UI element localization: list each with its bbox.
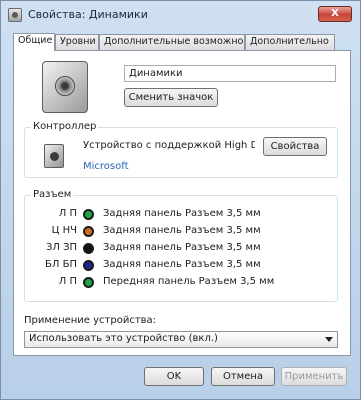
tab-advanced[interactable]: Дополнительно bbox=[245, 34, 335, 50]
change-icon-button[interactable]: Сменить значок bbox=[124, 88, 218, 107]
sound-card-icon bbox=[44, 144, 64, 168]
jack-color-icon bbox=[83, 277, 94, 288]
jack-color-icon bbox=[83, 243, 94, 254]
jack-row: Л П Задняя панель Разъем 3,5 мм bbox=[25, 208, 325, 223]
jack-description: Задняя панель Разъем 3,5 мм bbox=[103, 225, 261, 236]
jack-channels: ЗЛ ЗП bbox=[45, 242, 77, 253]
jack-description: Передняя панель Разъем 3,5 мм bbox=[103, 276, 275, 287]
jack-description: Задняя панель Разъем 3,5 мм bbox=[103, 208, 261, 219]
jack-color-icon bbox=[83, 209, 94, 220]
tab-levels[interactable]: Уровни bbox=[55, 34, 99, 50]
device-name-field[interactable]: Динамики bbox=[124, 65, 336, 82]
chevron-down-icon bbox=[325, 337, 333, 342]
jacks-group: Разъем Л П Задняя панель Разъем 3,5 мм Ц… bbox=[24, 189, 338, 302]
jack-channels: Л П bbox=[58, 276, 77, 287]
controller-vendor: Microsoft bbox=[83, 161, 129, 172]
jack-row: БЛ БП Задняя панель Разъем 3,5 мм bbox=[25, 259, 325, 274]
controller-name: Устройство с поддержкой High Defi... bbox=[83, 140, 255, 151]
apply-button[interactable]: Применить bbox=[281, 367, 347, 386]
tab-general[interactable]: Общие bbox=[13, 33, 55, 51]
jack-channels: БЛ БП bbox=[45, 259, 77, 270]
device-usage-select[interactable]: Использовать это устройство (вкл.) bbox=[24, 331, 338, 348]
jack-description: Задняя панель Разъем 3,5 мм bbox=[103, 259, 261, 270]
jack-channels: Л П bbox=[58, 208, 77, 219]
jack-row: Л П Передняя панель Разъем 3,5 мм bbox=[25, 276, 325, 291]
close-button[interactable]: X bbox=[318, 6, 352, 22]
jack-description: Задняя панель Разъем 3,5 мм bbox=[103, 242, 261, 253]
jacks-group-label: Разъем bbox=[31, 189, 74, 200]
device-usage-value: Использовать это устройство (вкл.) bbox=[29, 333, 218, 344]
device-usage-label: Применение устройства: bbox=[24, 315, 157, 326]
tab-enhancements[interactable]: Дополнительные возможности bbox=[99, 34, 245, 50]
jack-channels: Ц НЧ bbox=[51, 225, 77, 236]
tab-strip: Общие Уровни Дополнительные возможности … bbox=[13, 33, 351, 51]
ok-button[interactable]: OK bbox=[144, 367, 204, 386]
title-bar[interactable]: Свойства: Динамики X bbox=[1, 1, 360, 29]
controller-group-label: Контроллер bbox=[31, 121, 99, 132]
controller-properties-button[interactable]: Свойства bbox=[263, 137, 327, 156]
controller-group: Контроллер Устройство с поддержкой High … bbox=[24, 121, 338, 178]
jack-row: Ц НЧ Задняя панель Разъем 3,5 мм bbox=[25, 225, 325, 240]
jack-color-icon bbox=[83, 260, 94, 271]
general-panel: Динамики Сменить значок Контроллер Устро… bbox=[13, 50, 351, 356]
properties-window: Свойства: Динамики X Общие Уровни Дополн… bbox=[0, 0, 361, 400]
jack-color-icon bbox=[83, 226, 94, 237]
jack-row: ЗЛ ЗП Задняя панель Разъем 3,5 мм bbox=[25, 242, 325, 257]
speaker-icon bbox=[8, 8, 22, 22]
cancel-button[interactable]: Отмена bbox=[211, 367, 275, 386]
window-title: Свойства: Динамики bbox=[28, 8, 148, 21]
speaker-device-icon bbox=[42, 61, 88, 113]
